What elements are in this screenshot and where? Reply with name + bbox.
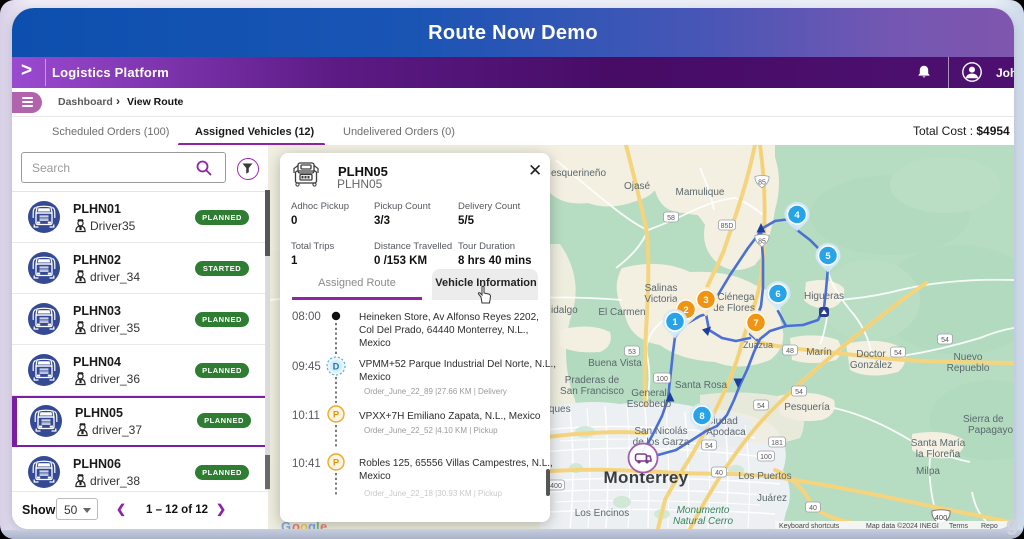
svg-text:Papagayo: Papagayo	[968, 425, 1013, 436]
svg-text:Repueblo: Repueblo	[947, 363, 990, 374]
svg-text:Doctor: Doctor	[856, 349, 886, 360]
svg-text:53: 53	[628, 349, 636, 356]
svg-text:General: General	[631, 388, 667, 399]
svg-text:54: 54	[894, 350, 902, 357]
svg-text:Keyboard shortcuts: Keyboard shortcuts	[779, 523, 840, 529]
svg-text:58: 58	[667, 215, 675, 222]
svg-text:Sierra de: Sierra de	[963, 414, 1004, 425]
svg-text:100: 100	[656, 376, 668, 383]
svg-text:85D: 85D	[721, 223, 734, 230]
svg-text:Higueras: Higueras	[804, 291, 844, 302]
svg-text:Milpa: Milpa	[916, 466, 940, 477]
svg-text:la Floreña: la Floreña	[916, 449, 961, 460]
svg-text:El Carmen: El Carmen	[598, 307, 645, 318]
svg-text:Escobedo: Escobedo	[627, 399, 672, 410]
svg-text:Salinas: Salinas	[645, 283, 678, 294]
svg-text:54: 54	[705, 443, 713, 450]
svg-text:Los Puertos: Los Puertos	[738, 471, 791, 482]
svg-text:González: González	[850, 360, 892, 371]
svg-text:Apodaca: Apodaca	[706, 427, 746, 438]
svg-text:5: 5	[825, 251, 831, 262]
svg-text:54: 54	[795, 389, 803, 396]
svg-text:400: 400	[935, 513, 948, 522]
svg-text:40: 40	[715, 470, 723, 477]
svg-text:8: 8	[699, 411, 704, 422]
svg-text:100: 100	[760, 454, 772, 461]
svg-text:esquerineño: esquerineño	[551, 168, 606, 179]
svg-text:Zuazua: Zuazua	[743, 340, 773, 350]
svg-text:Nuevo: Nuevo	[954, 352, 983, 363]
svg-text:400: 400	[550, 483, 562, 490]
svg-text:Buena Vista: Buena Vista	[588, 358, 642, 369]
svg-text:Ojasé: Ojasé	[624, 181, 651, 192]
svg-text:Santa María: Santa María	[911, 438, 966, 449]
svg-text:54: 54	[941, 337, 949, 344]
svg-text:1: 1	[672, 317, 678, 328]
svg-text:Map data ©2024 INEGI: Map data ©2024 INEGI	[866, 522, 939, 529]
svg-text:54: 54	[757, 403, 765, 410]
svg-text:Juárez: Juárez	[757, 493, 787, 504]
svg-text:Marín: Marín	[806, 347, 832, 358]
svg-text:181: 181	[771, 440, 783, 447]
svg-text:3: 3	[703, 295, 708, 306]
svg-text:7: 7	[753, 318, 758, 329]
svg-text:48: 48	[786, 348, 794, 355]
svg-text:San Nicolás: San Nicolás	[634, 426, 687, 437]
svg-text:Monumento: Monumento	[677, 505, 730, 516]
svg-text:Natural Cerro: Natural Cerro	[673, 516, 733, 527]
svg-text:40: 40	[809, 505, 817, 512]
svg-text:Victoria: Victoria	[644, 294, 678, 305]
svg-text:Ciénega: Ciénega	[717, 292, 755, 303]
svg-text:Santa Rosa: Santa Rosa	[675, 380, 728, 391]
svg-text:Praderas de: Praderas de	[565, 375, 620, 386]
svg-text:idalgo: idalgo	[551, 305, 578, 316]
svg-text:de Flores: de Flores	[713, 303, 755, 314]
svg-text:Repo: Repo	[981, 523, 998, 529]
svg-text:Mamulique: Mamulique	[676, 187, 725, 198]
svg-text:San Francisco: San Francisco	[560, 386, 624, 397]
svg-text:Terms: Terms	[949, 523, 969, 529]
svg-text:85: 85	[758, 180, 766, 187]
svg-text:6: 6	[775, 289, 780, 300]
svg-text:Los Encinos: Los Encinos	[575, 508, 629, 519]
svg-text:Pesquería: Pesquería	[784, 402, 830, 413]
svg-text:85: 85	[758, 239, 766, 246]
svg-text:4: 4	[794, 210, 800, 221]
